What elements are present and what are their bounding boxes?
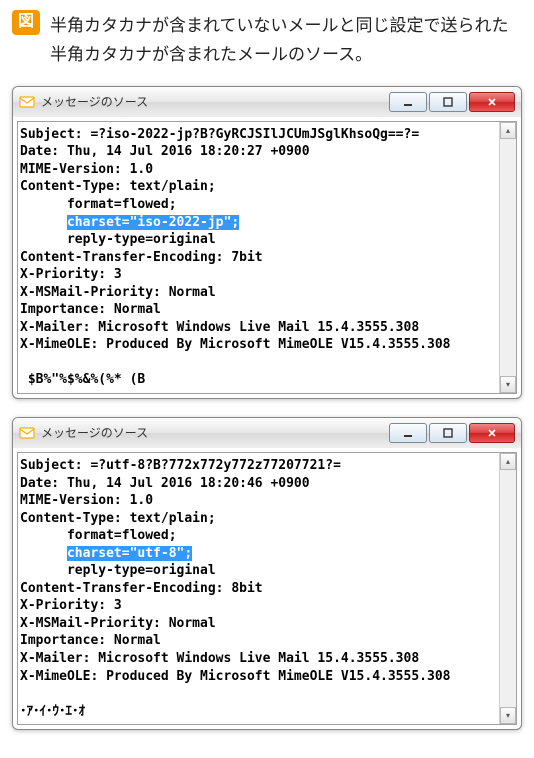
content-area: Subject: =?iso-2022-jp?B?GyRCJSIlJCUmJSg… <box>17 121 517 394</box>
minimize-button[interactable] <box>389 92 427 112</box>
close-button[interactable] <box>469 92 515 112</box>
message-icon <box>19 94 35 110</box>
scrollbar[interactable]: ▴ ▾ <box>499 122 516 393</box>
titlebar: メッセージのソース <box>13 87 521 117</box>
scroll-down-button[interactable]: ▾ <box>500 707 516 724</box>
scroll-up-button[interactable]: ▴ <box>500 122 516 139</box>
message-icon <box>19 425 35 441</box>
minimize-button[interactable] <box>389 423 427 443</box>
window-controls <box>389 92 515 112</box>
message-source-window: メッセージのソース Subject: =?utf-8?B?772x772y772… <box>12 417 522 730</box>
figure-badge: 図 <box>12 10 40 35</box>
scrollbar[interactable]: ▴ ▾ <box>499 453 516 724</box>
window-title: メッセージのソース <box>41 93 383 110</box>
message-source-text[interactable]: Subject: =?iso-2022-jp?B?GyRCJSIlJCUmJSg… <box>18 122 499 393</box>
scroll-up-button[interactable]: ▴ <box>500 453 516 470</box>
window-title: メッセージのソース <box>41 424 383 441</box>
scroll-down-button[interactable]: ▾ <box>500 376 516 393</box>
figure-header: 図 半角カタカナが含まれていないメールと同じ設定で送られた半角カタカナが含まれた… <box>0 0 534 86</box>
maximize-button[interactable] <box>429 423 467 443</box>
scroll-track[interactable] <box>500 470 516 707</box>
message-source-window: メッセージのソース Subject: =?iso-2022-jp?B?GyRCJ… <box>12 86 522 399</box>
message-source-text[interactable]: Subject: =?utf-8?B?772x772y772z77207721?… <box>18 453 499 724</box>
content-area: Subject: =?utf-8?B?772x772y772z77207721?… <box>17 452 517 725</box>
scroll-track[interactable] <box>500 139 516 376</box>
close-button[interactable] <box>469 423 515 443</box>
figure-caption: 半角カタカナが含まれていないメールと同じ設定で送られた半角カタカナが含まれたメー… <box>50 10 522 70</box>
titlebar: メッセージのソース <box>13 418 521 448</box>
window-controls <box>389 423 515 443</box>
maximize-button[interactable] <box>429 92 467 112</box>
